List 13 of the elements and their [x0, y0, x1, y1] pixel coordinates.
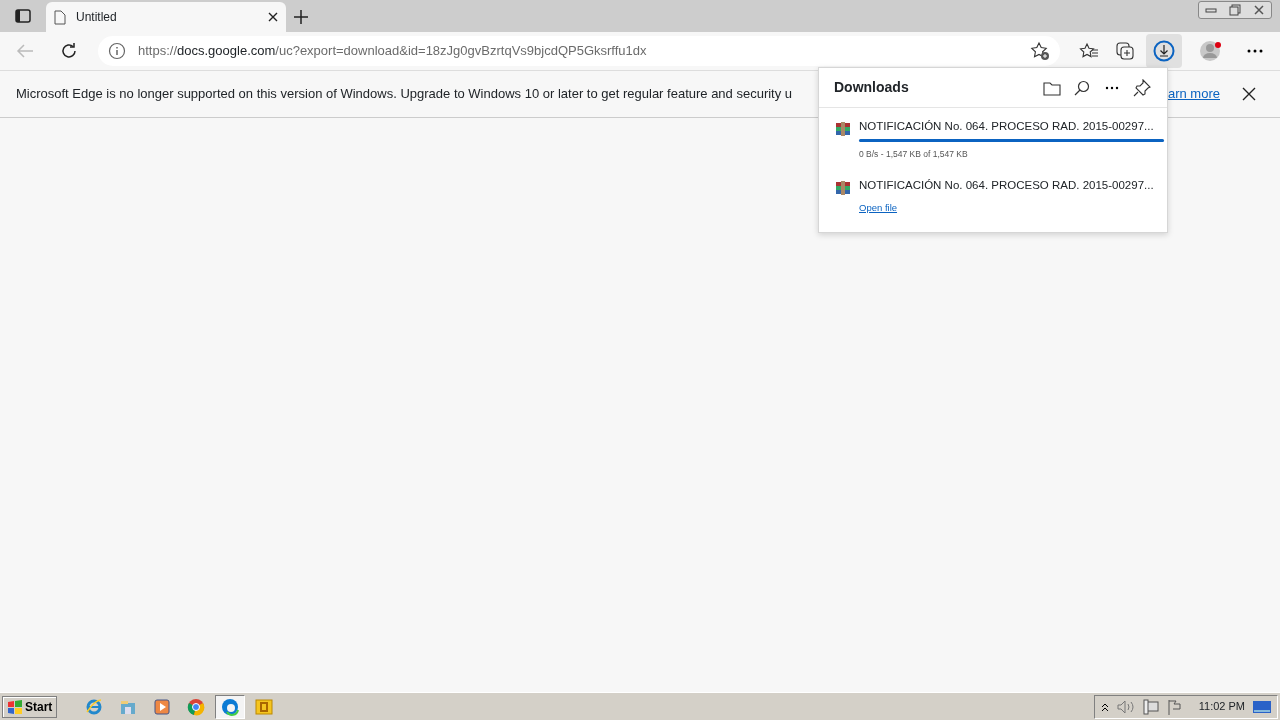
browser-tab[interactable]: Untitled	[46, 2, 286, 32]
url-text: https://docs.google.com/uc?export=download&id=18zJg0gvBzrtqVs9bjcdQP5Gksrffu1dx	[138, 42, 647, 61]
tab-title: Untitled	[76, 9, 118, 26]
panel-title: Downloads	[834, 78, 910, 97]
start-button[interactable]: Start	[2, 695, 58, 718]
address-bar[interactable]: https://docs.google.com/uc?export=download&id=18zJg0gvBzrtqVs9bjcdQP5Gksrffu1dx	[98, 36, 1060, 66]
file-name[interactable]: NOTIFICACIÓN No. 064. PROCESO RAD. 2015-00297...	[859, 118, 1164, 136]
learn-more-link[interactable]: arn more	[1167, 84, 1220, 104]
file-name[interactable]: NOTIFICACIÓN No. 064. PROCESO RAD. 2015-00297...	[859, 177, 1154, 195]
open-file-link[interactable]: Open file	[859, 202, 898, 214]
clock: 11:02 PM	[1198, 699, 1245, 715]
banner-message: Microsoft Edge is no longer supported on this version of Windows. Upgrade to Windows 10 or later to get regular feature and security u	[16, 85, 793, 104]
download-status: 0 B/s - 1,547 KB of 1,547 KB	[859, 148, 969, 161]
